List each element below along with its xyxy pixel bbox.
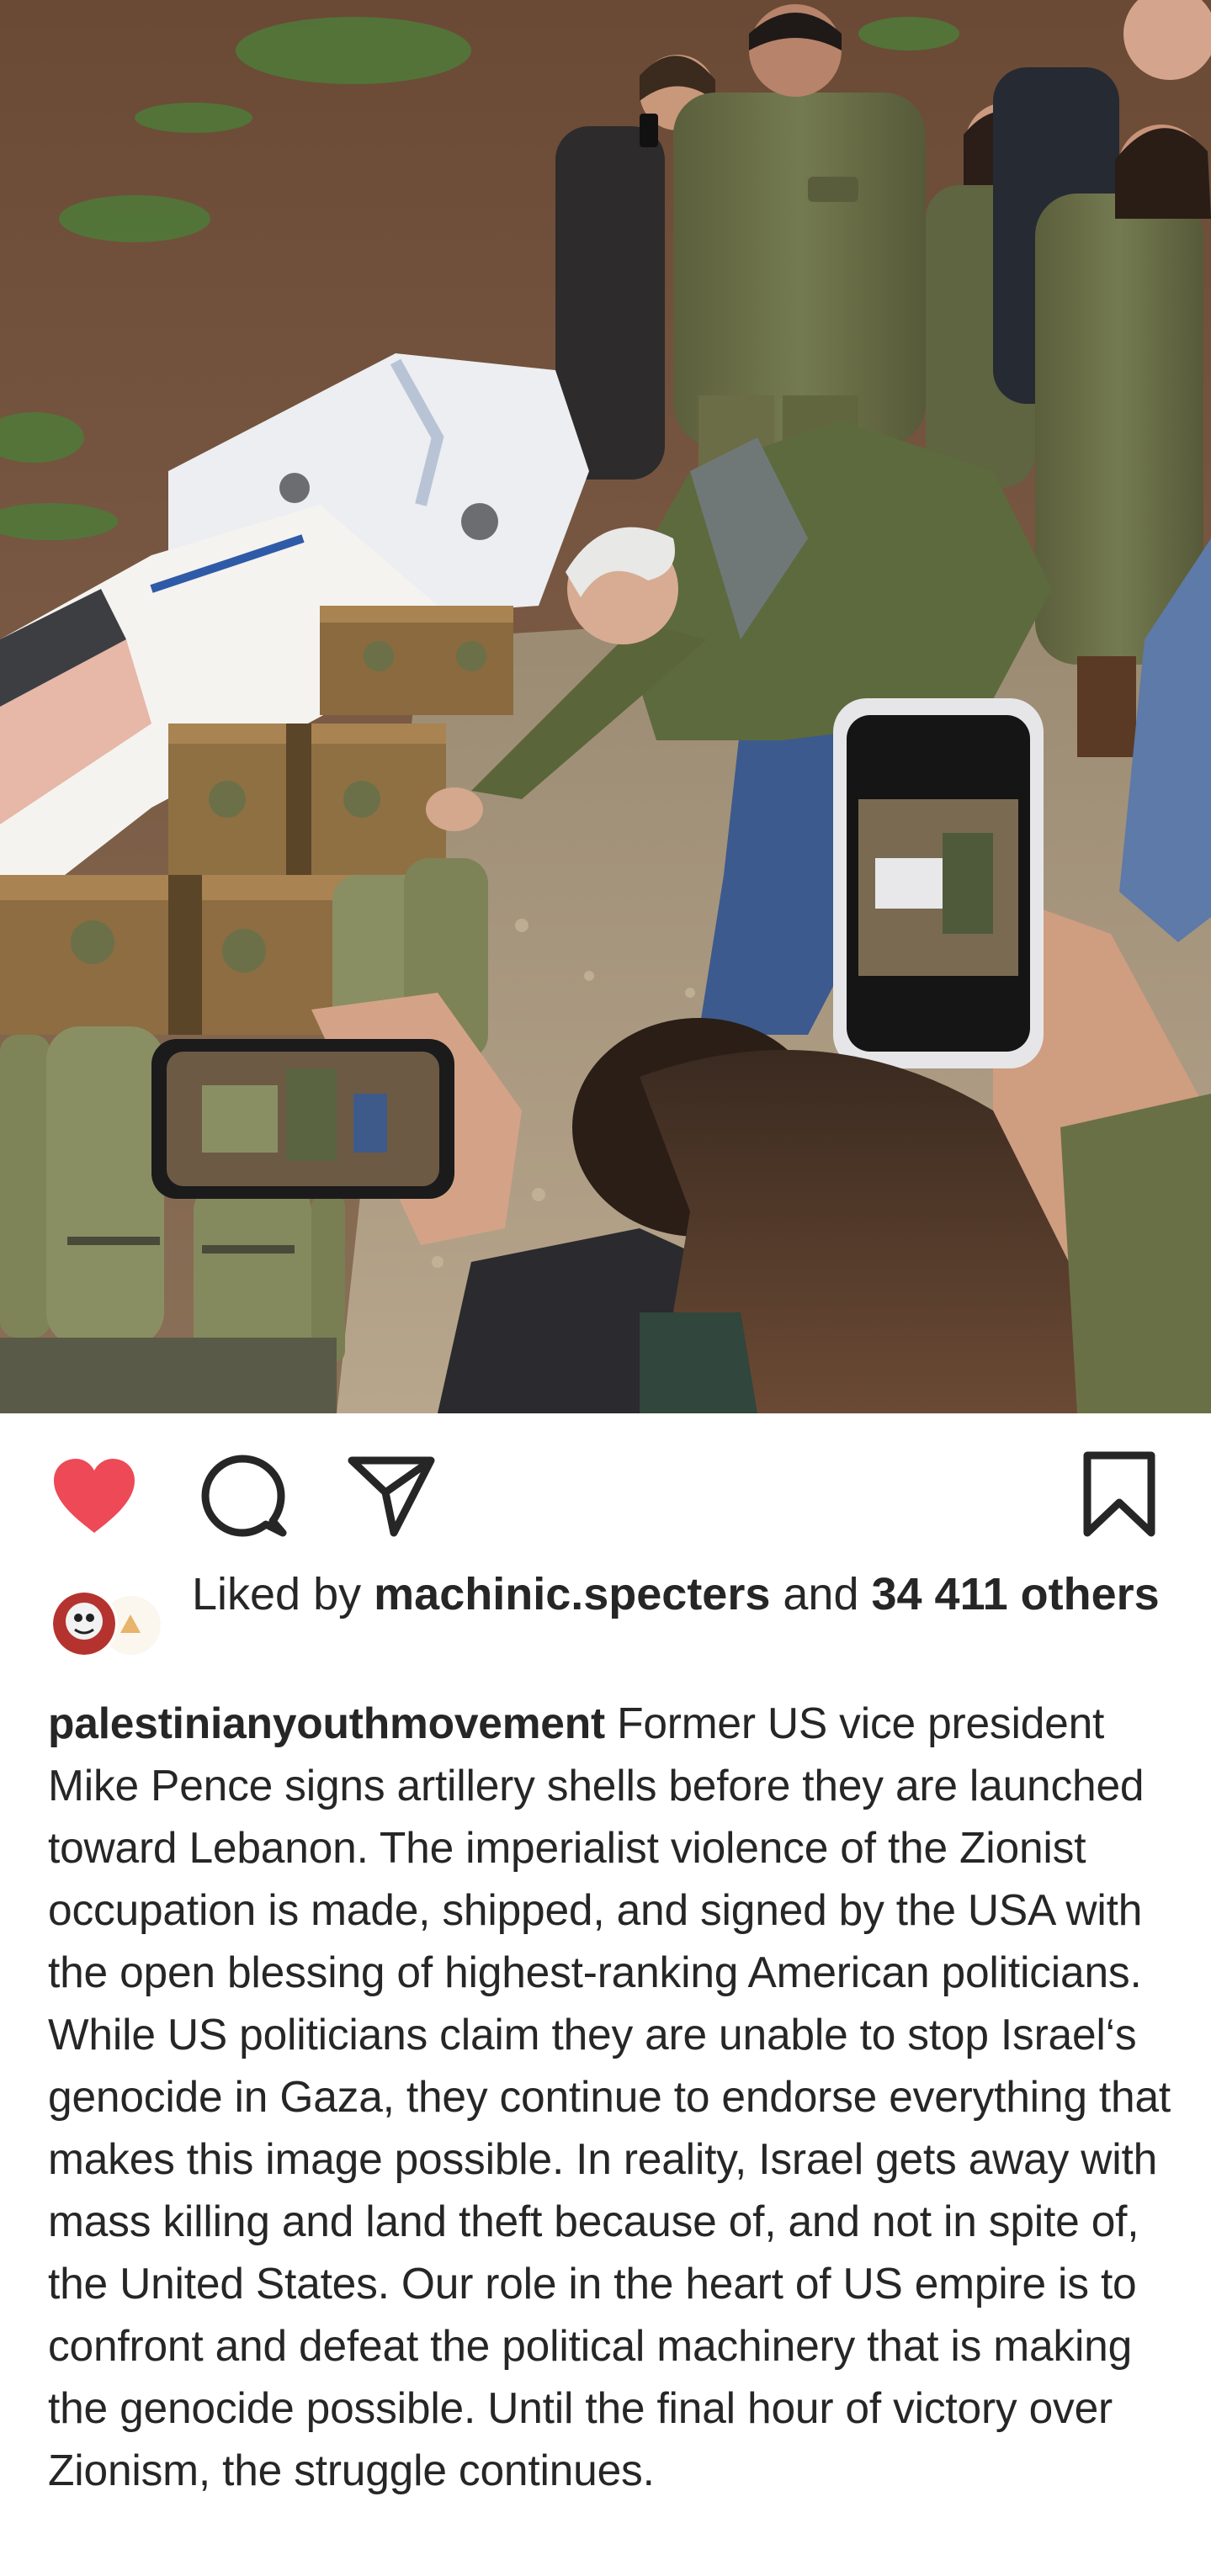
heart-filled-icon[interactable]	[50, 1455, 138, 1536]
post-caption: palestinianyouthmovement Former US vice …	[48, 1692, 1176, 2501]
post-photo-illustration	[0, 0, 1211, 1413]
liked-by-middle: and	[770, 1569, 872, 1619]
liked-by-text: Liked by machinic.specters and 34 411 ot…	[192, 1566, 1160, 1622]
likes-others[interactable]: others	[1008, 1569, 1160, 1619]
bookmark-icon[interactable]	[1079, 1450, 1160, 1538]
comment-bubble-icon[interactable]	[200, 1454, 288, 1538]
post-action-bar	[0, 1413, 1211, 1565]
liker-username[interactable]: machinic.specters	[374, 1569, 770, 1619]
caption-text: Former US vice president Mike Pence sign…	[48, 1699, 1171, 2494]
liker-avatar[interactable]	[50, 1590, 118, 1657]
caption-username[interactable]: palestinianyouthmovement	[48, 1699, 605, 1747]
likes-count[interactable]: 34 411	[871, 1569, 1007, 1619]
likes-summary: Liked by machinic.specters and 34 411 ot…	[0, 1565, 1211, 1691]
liked-by-prefix: Liked by	[192, 1569, 374, 1619]
paper-plane-icon[interactable]	[347, 1454, 436, 1538]
post-image[interactable]	[0, 0, 1211, 1413]
